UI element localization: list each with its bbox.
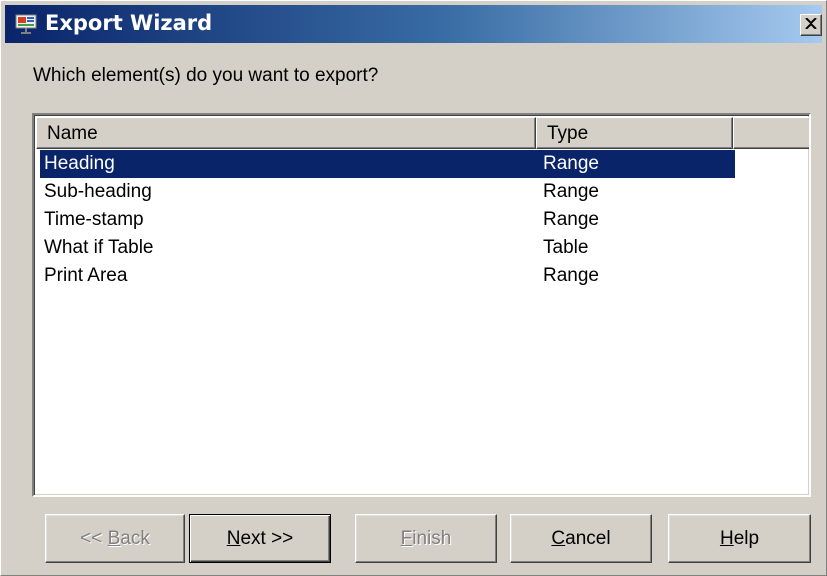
item-name: What if Table xyxy=(44,237,154,258)
column-header-filler xyxy=(733,117,809,149)
item-type: Range xyxy=(543,265,599,286)
help-button[interactable]: Help xyxy=(668,514,811,563)
list-item[interactable]: Heading Range xyxy=(40,150,735,178)
elements-list[interactable]: Name Type Heading Range Sub-heading Rang… xyxy=(32,113,811,497)
export-wizard-window: Export Wizard Which element(s) do you wa… xyxy=(0,0,827,576)
back-label-prefix: << xyxy=(80,527,108,549)
finish-accelerator: F xyxy=(400,527,413,549)
help-label-rest: elp xyxy=(733,527,760,549)
item-name: Print Area xyxy=(44,265,128,286)
list-item[interactable]: What if Table Table xyxy=(40,234,735,262)
next-accelerator: N xyxy=(226,527,241,549)
list-item[interactable]: Time-stamp Range xyxy=(40,206,735,234)
back-button[interactable]: << Back xyxy=(45,514,185,563)
next-button[interactable]: Next >> xyxy=(189,514,331,563)
item-name: Time-stamp xyxy=(44,209,144,230)
item-type: Range xyxy=(543,209,599,230)
list-item[interactable]: Print Area Range xyxy=(40,262,735,290)
item-name: Sub-heading xyxy=(44,181,152,202)
finish-label-rest: inish xyxy=(412,527,452,549)
column-header-type[interactable]: Type xyxy=(536,117,733,149)
help-accelerator: H xyxy=(719,527,734,549)
cancel-label-rest: ancel xyxy=(565,527,611,549)
presentation-app-icon xyxy=(15,14,37,34)
list-header: Name Type xyxy=(36,117,809,149)
cancel-button[interactable]: Cancel xyxy=(510,514,652,563)
item-type: Range xyxy=(543,153,599,174)
item-name: Heading xyxy=(44,153,115,174)
back-label-rest: ack xyxy=(120,527,150,549)
item-type: Range xyxy=(543,181,599,202)
window-title: Export Wizard xyxy=(45,11,213,35)
finish-button[interactable]: Finish xyxy=(355,514,497,563)
close-icon xyxy=(805,16,817,34)
column-header-name[interactable]: Name xyxy=(36,117,536,149)
back-accelerator: B xyxy=(107,527,121,549)
next-label-rest: ext >> xyxy=(240,527,294,549)
close-button[interactable] xyxy=(800,14,822,36)
list-rows: Heading Range Sub-heading Range Time-sta… xyxy=(40,150,735,290)
list-item[interactable]: Sub-heading Range xyxy=(40,178,735,206)
title-bar[interactable]: Export Wizard xyxy=(5,5,822,43)
cancel-accelerator: C xyxy=(551,527,566,549)
item-type: Table xyxy=(543,237,589,258)
prompt-label: Which element(s) do you want to export? xyxy=(33,65,379,86)
